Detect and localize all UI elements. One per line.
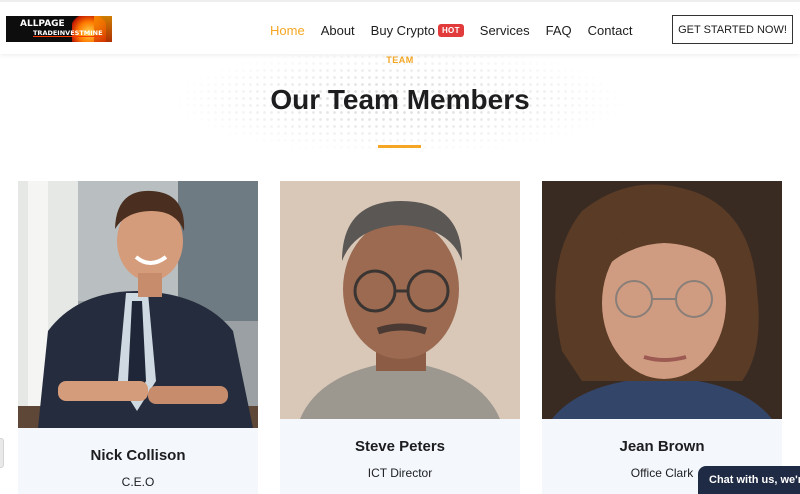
logo-text-top: ALLPAGE	[20, 19, 65, 29]
woman-photo-icon	[542, 181, 782, 419]
nav-buy-crypto[interactable]: Buy Crypto HOT	[371, 23, 464, 38]
team-card[interactable]: Jean Brown Office Clark	[542, 181, 782, 494]
section-title: Our Team Members	[270, 84, 530, 115]
team-photo-steve	[280, 181, 520, 419]
team-card[interactable]: Steve Peters ICT Director	[280, 181, 520, 494]
title-underline	[378, 145, 421, 148]
member-name: Jean Brown	[619, 438, 705, 455]
get-started-button[interactable]: GET STARTED NOW!	[672, 15, 793, 44]
section-eyebrow: TEAM	[386, 55, 414, 65]
member-name: Nick Collison	[90, 447, 186, 464]
team-photo-nick	[18, 181, 258, 428]
older-man-photo-icon	[280, 181, 520, 419]
man-in-suit-photo-icon	[18, 181, 258, 428]
nav-services[interactable]: Services	[480, 23, 530, 38]
nav-home[interactable]: Home	[270, 23, 305, 38]
side-scroll-tab[interactable]	[0, 438, 4, 468]
live-chat-button[interactable]: Chat with us, we're	[698, 466, 800, 494]
member-name: Steve Peters	[354, 438, 446, 455]
logo-text-bottom: TRADEINVESTMINE	[33, 29, 103, 37]
hot-badge: HOT	[437, 23, 464, 37]
member-role: ICT Director	[367, 466, 433, 480]
main-nav: Home About Buy Crypto HOT Services FAQ C…	[270, 21, 648, 39]
team-card[interactable]: Nick Collison C.E.O	[18, 181, 258, 494]
nav-buy-crypto-label: Buy Crypto	[370, 22, 435, 38]
site-header: ALLPAGE TRADEINVESTMINE Home About Buy C…	[0, 0, 800, 54]
site-logo[interactable]: ALLPAGE TRADEINVESTMINE	[6, 16, 112, 42]
nav-about[interactable]: About	[321, 23, 355, 38]
nav-contact[interactable]: Contact	[588, 23, 633, 38]
team-photo-jean	[542, 181, 782, 419]
member-role: C.E.O	[121, 475, 155, 489]
nav-faq[interactable]: FAQ	[546, 23, 572, 38]
